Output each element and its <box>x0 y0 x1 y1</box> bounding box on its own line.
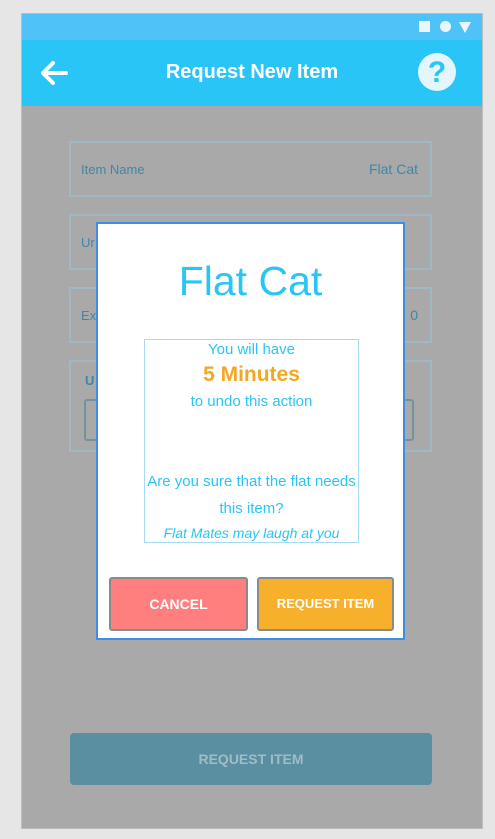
cancel-button[interactable]: CANCEL <box>109 577 248 631</box>
undo-minutes: 5 Minutes <box>203 363 300 386</box>
app-bar: Request New Item ? <box>22 40 482 106</box>
extra-label: Ex <box>81 308 97 323</box>
urgency-label: Ur <box>81 235 95 250</box>
item-name-value: Flat Cat <box>368 161 418 177</box>
dialog-message: You will have 5 Minutes to undo this act… <box>144 339 359 543</box>
question-text-line2: this item? <box>219 500 284 517</box>
item-name-field[interactable]: Item Name Flat Cat <box>69 141 432 197</box>
phone-screen: Request New Item ? Item Name Flat Cat Ur… <box>21 13 483 829</box>
dialog-title: Flat Cat <box>178 258 323 304</box>
warning-text: Flat Mates may laugh at you <box>163 525 340 541</box>
question-mark-icon: ? <box>427 56 447 89</box>
page-title: Request New Item <box>165 61 339 83</box>
circle-icon <box>440 21 451 32</box>
triangle-icon <box>459 22 471 33</box>
request-item-submit-button[interactable]: REQUEST ITEM <box>70 733 432 785</box>
request-item-button[interactable]: REQUEST ITEM <box>257 577 394 631</box>
square-icon <box>419 21 430 32</box>
item-name-label: Item Name <box>81 162 145 177</box>
undo-outro-text: to undo this action <box>190 393 313 410</box>
extra-value: 0 <box>410 307 418 323</box>
status-bar <box>22 14 482 40</box>
help-button[interactable]: ? <box>418 53 456 91</box>
question-text-line1: Are you sure that the flat needs <box>147 473 356 490</box>
undo-intro-text: You will have <box>207 341 295 358</box>
units-label: U <box>85 373 95 388</box>
confirm-dialog: Flat Cat You will have 5 Minutes to undo… <box>96 222 405 640</box>
